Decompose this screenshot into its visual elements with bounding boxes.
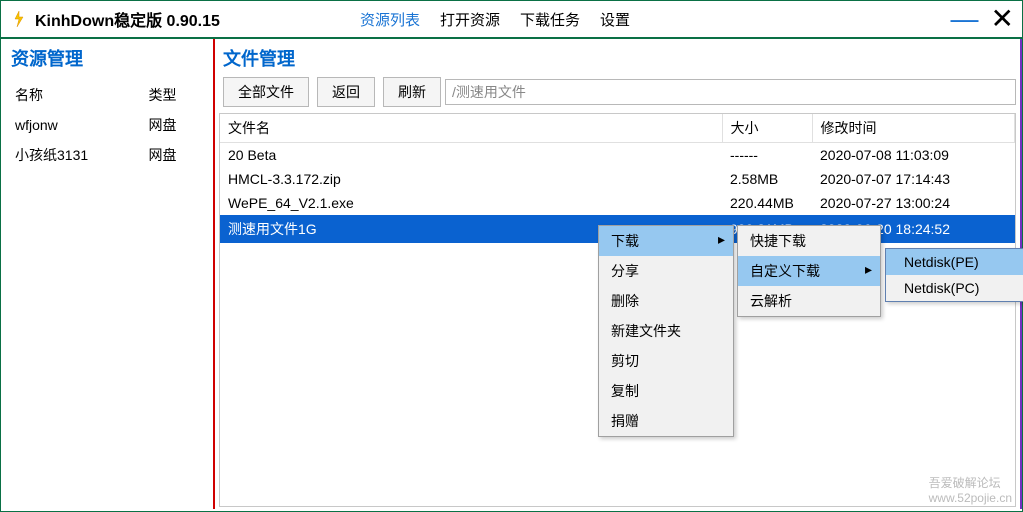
- content: 文件管理 全部文件 返回 刷新 文件名 大小 修改时间 20 Beta ----…: [215, 39, 1022, 509]
- menu-new-folder[interactable]: 新建文件夹: [599, 316, 733, 346]
- menu-quick-download[interactable]: 快捷下载: [738, 226, 880, 256]
- app-icon: [9, 9, 29, 29]
- sidebar-title: 资源管理: [11, 45, 203, 71]
- menu-copy[interactable]: 复制: [599, 376, 733, 406]
- refresh-button[interactable]: 刷新: [383, 77, 441, 107]
- main-nav: 资源列表 打开资源 下载任务 设置: [360, 9, 630, 30]
- menu-share[interactable]: 分享: [599, 256, 733, 286]
- nav-settings[interactable]: 设置: [600, 9, 630, 30]
- toolbar: 全部文件 返回 刷新: [219, 77, 1016, 107]
- nav-open-resource[interactable]: 打开资源: [440, 9, 500, 30]
- all-files-button[interactable]: 全部文件: [223, 77, 309, 107]
- file-row[interactable]: WePE_64_V2.1.exe 220.44MB 2020-07-27 13:…: [220, 191, 1015, 215]
- menu-custom-download[interactable]: 自定义下载 ▸: [738, 256, 880, 286]
- menu-cloud-parse[interactable]: 云解析: [738, 286, 880, 316]
- sidebar: 资源管理 名称 类型 wfjonw 网盘 小孩纸3131 网盘: [1, 39, 215, 509]
- minimize-button[interactable]: —: [951, 5, 979, 33]
- sidebar-header-name: 名称: [13, 81, 144, 109]
- resource-row[interactable]: 小孩纸3131 网盘: [13, 141, 201, 169]
- menu-cut[interactable]: 剪切: [599, 346, 733, 376]
- file-row[interactable]: HMCL-3.3.172.zip 2.58MB 2020-07-07 17:14…: [220, 167, 1015, 191]
- path-input[interactable]: [445, 79, 1016, 105]
- file-header-mtime[interactable]: 修改时间: [812, 114, 1015, 143]
- context-submenu-download: 快捷下载 自定义下载 ▸ 云解析: [737, 225, 881, 317]
- menu-donate[interactable]: 捐赠: [599, 406, 733, 436]
- watermark: 吾爱破解论坛 www.52pojie.cn: [929, 474, 1012, 505]
- nav-download-tasks[interactable]: 下载任务: [520, 9, 580, 30]
- chevron-right-icon: ▸: [865, 261, 872, 278]
- file-row[interactable]: 20 Beta ------ 2020-07-08 11:03:09: [220, 143, 1015, 168]
- sidebar-header-type: 类型: [146, 81, 201, 109]
- file-header-size[interactable]: 大小: [722, 114, 812, 143]
- nav-resource-list[interactable]: 资源列表: [360, 9, 420, 30]
- file-header-name[interactable]: 文件名: [220, 114, 722, 143]
- menu-netdisk-pc[interactable]: Netdisk(PC): [886, 275, 1023, 301]
- menu-download[interactable]: 下载 ▸: [599, 226, 733, 256]
- resource-table: 名称 类型 wfjonw 网盘 小孩纸3131 网盘: [11, 79, 203, 171]
- menu-delete[interactable]: 删除: [599, 286, 733, 316]
- context-submenu-custom: Netdisk(PE) Netdisk(PC): [885, 248, 1023, 302]
- app-title: KinhDown稳定版 0.90.15: [35, 7, 220, 31]
- content-title: 文件管理: [219, 45, 1016, 71]
- file-table: 文件名 大小 修改时间 20 Beta ------ 2020-07-08 11…: [220, 114, 1015, 243]
- chevron-right-icon: ▸: [718, 231, 725, 248]
- resource-row[interactable]: wfjonw 网盘: [13, 111, 201, 139]
- context-menu: 下载 ▸ 分享 删除 新建文件夹 剪切 复制 捐赠: [598, 225, 734, 437]
- close-button[interactable]: ✕: [991, 5, 1014, 33]
- menu-netdisk-pe[interactable]: Netdisk(PE): [886, 249, 1023, 275]
- back-button[interactable]: 返回: [317, 77, 375, 107]
